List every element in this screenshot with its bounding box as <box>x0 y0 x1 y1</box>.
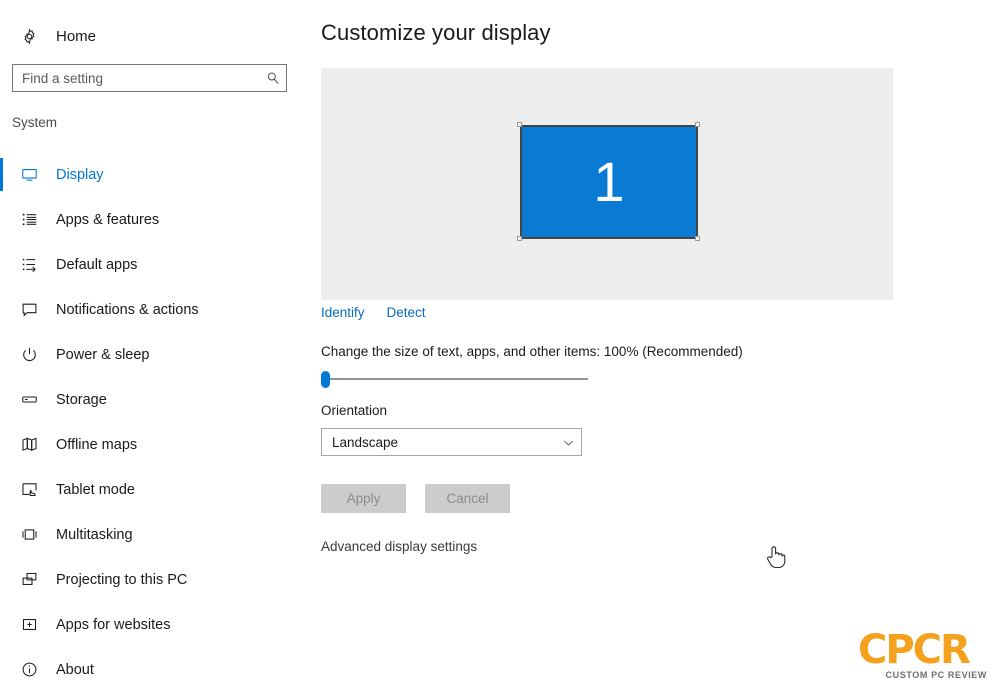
selection-accent-bar <box>0 158 3 191</box>
selection-accent-bar <box>0 203 3 236</box>
sidebar-item-label: Notifications & actions <box>56 301 199 318</box>
sidebar-group-label: System <box>12 115 58 130</box>
list-arrow-icon <box>14 256 44 273</box>
orientation-label: Orientation <box>321 403 388 418</box>
selection-accent-bar <box>0 563 3 596</box>
selection-accent-bar <box>0 428 3 461</box>
selection-handle-bottom-left[interactable] <box>517 236 522 241</box>
sidebar-item-power-sleep[interactable]: Power & sleep <box>0 332 310 377</box>
sidebar-item-label: Display <box>56 166 104 183</box>
cancel-button[interactable]: Cancel <box>425 484 510 513</box>
power-icon <box>14 346 44 363</box>
sidebar-item-apps-for-websites[interactable]: Apps for websites <box>0 602 310 647</box>
info-icon <box>14 661 44 678</box>
sidebar-item-label: Default apps <box>56 256 138 273</box>
orientation-dropdown[interactable]: Landscape <box>321 428 582 456</box>
apply-button[interactable]: Apply <box>321 484 406 513</box>
identify-link[interactable]: Identify <box>321 305 365 320</box>
selection-handle-top-left[interactable] <box>517 122 522 127</box>
selection-accent-bar <box>0 248 3 281</box>
list-icon <box>14 211 44 228</box>
home-label: Home <box>56 27 97 45</box>
scale-label: Change the size of text, apps, and other… <box>321 344 743 359</box>
page-title: Customize your display <box>321 20 551 45</box>
sidebar-item-offline-maps[interactable]: Offline maps <box>0 422 310 467</box>
selection-accent-bar <box>0 608 3 641</box>
selection-accent-bar <box>0 293 3 326</box>
monitor-tile-1[interactable]: 1 <box>520 125 698 239</box>
sidebar-item-default-apps[interactable]: Default apps <box>0 242 310 287</box>
sidebar-nav: Display Apps & features Default apps Not… <box>0 152 310 692</box>
sidebar-item-label: Projecting to this PC <box>56 571 188 588</box>
slider-track[interactable] <box>327 378 588 380</box>
monitor-icon <box>14 166 44 183</box>
sidebar-item-projecting-to-this-pc[interactable]: Projecting to this PC <box>0 557 310 602</box>
sidebar-item-notifications-actions[interactable]: Notifications & actions <box>0 287 310 332</box>
windows-pane-icon <box>14 526 44 543</box>
sidebar-item-apps-features[interactable]: Apps & features <box>0 197 310 242</box>
sidebar-item-label: Apps for websites <box>56 616 171 633</box>
sidebar-item-label: Storage <box>56 391 107 408</box>
selection-handle-top-right[interactable] <box>695 122 700 127</box>
slider-thumb[interactable] <box>321 371 330 388</box>
sidebar-item-label: Offline maps <box>56 436 138 453</box>
drive-icon <box>14 391 44 408</box>
sidebar-item-label: Tablet mode <box>56 481 135 498</box>
advanced-display-settings-link[interactable]: Advanced display settings <box>321 539 477 554</box>
settings-sidebar: Home System Display <box>0 0 310 692</box>
settings-main-panel: Customize your display 1 Identify Detect… <box>310 0 1000 692</box>
hand-pointer-cursor <box>765 544 787 575</box>
display-arrangement-preview[interactable]: 1 <box>321 68 893 300</box>
sidebar-item-tablet-mode[interactable]: Tablet mode <box>0 467 310 512</box>
app-box-icon <box>14 616 44 633</box>
search-input[interactable] <box>13 64 260 92</box>
sidebar-item-storage[interactable]: Storage <box>0 377 310 422</box>
speech-bubble-icon <box>14 301 44 318</box>
sidebar-item-label: Multitasking <box>56 526 133 543</box>
watermark-logo: CPCR CUSTOM PC REVIEW <box>858 630 990 682</box>
selection-accent-bar <box>0 518 3 551</box>
sidebar-item-home[interactable]: Home <box>0 20 300 52</box>
display-action-links: Identify Detect <box>321 305 426 320</box>
sidebar-item-about[interactable]: About <box>0 647 310 692</box>
selection-accent-bar <box>0 473 3 506</box>
scale-slider[interactable] <box>321 368 591 390</box>
orientation-selected-value: Landscape <box>332 434 399 450</box>
selection-accent-bar <box>0 383 3 416</box>
search-box[interactable] <box>12 64 287 92</box>
sidebar-item-label: Power & sleep <box>56 346 150 363</box>
monitor-number-label: 1 <box>593 150 625 213</box>
watermark-primary-text: CPCR <box>858 627 971 673</box>
search-icon[interactable] <box>260 71 286 85</box>
selection-handle-bottom-right[interactable] <box>695 236 700 241</box>
chevron-down-icon[interactable] <box>555 436 581 449</box>
detect-link[interactable]: Detect <box>387 305 426 320</box>
map-icon <box>14 436 44 453</box>
selection-accent-bar <box>0 338 3 371</box>
project-screen-icon <box>14 571 44 588</box>
form-buttons: Apply Cancel <box>321 484 510 513</box>
sidebar-item-display[interactable]: Display <box>0 152 310 197</box>
watermark-secondary-text: CUSTOM PC REVIEW <box>884 670 988 680</box>
tablet-touch-icon <box>14 481 44 498</box>
sidebar-item-label: About <box>56 661 94 678</box>
sidebar-item-label: Apps & features <box>56 211 160 228</box>
gear-icon <box>14 27 44 45</box>
sidebar-item-multitasking[interactable]: Multitasking <box>0 512 310 557</box>
selection-accent-bar <box>0 653 3 686</box>
